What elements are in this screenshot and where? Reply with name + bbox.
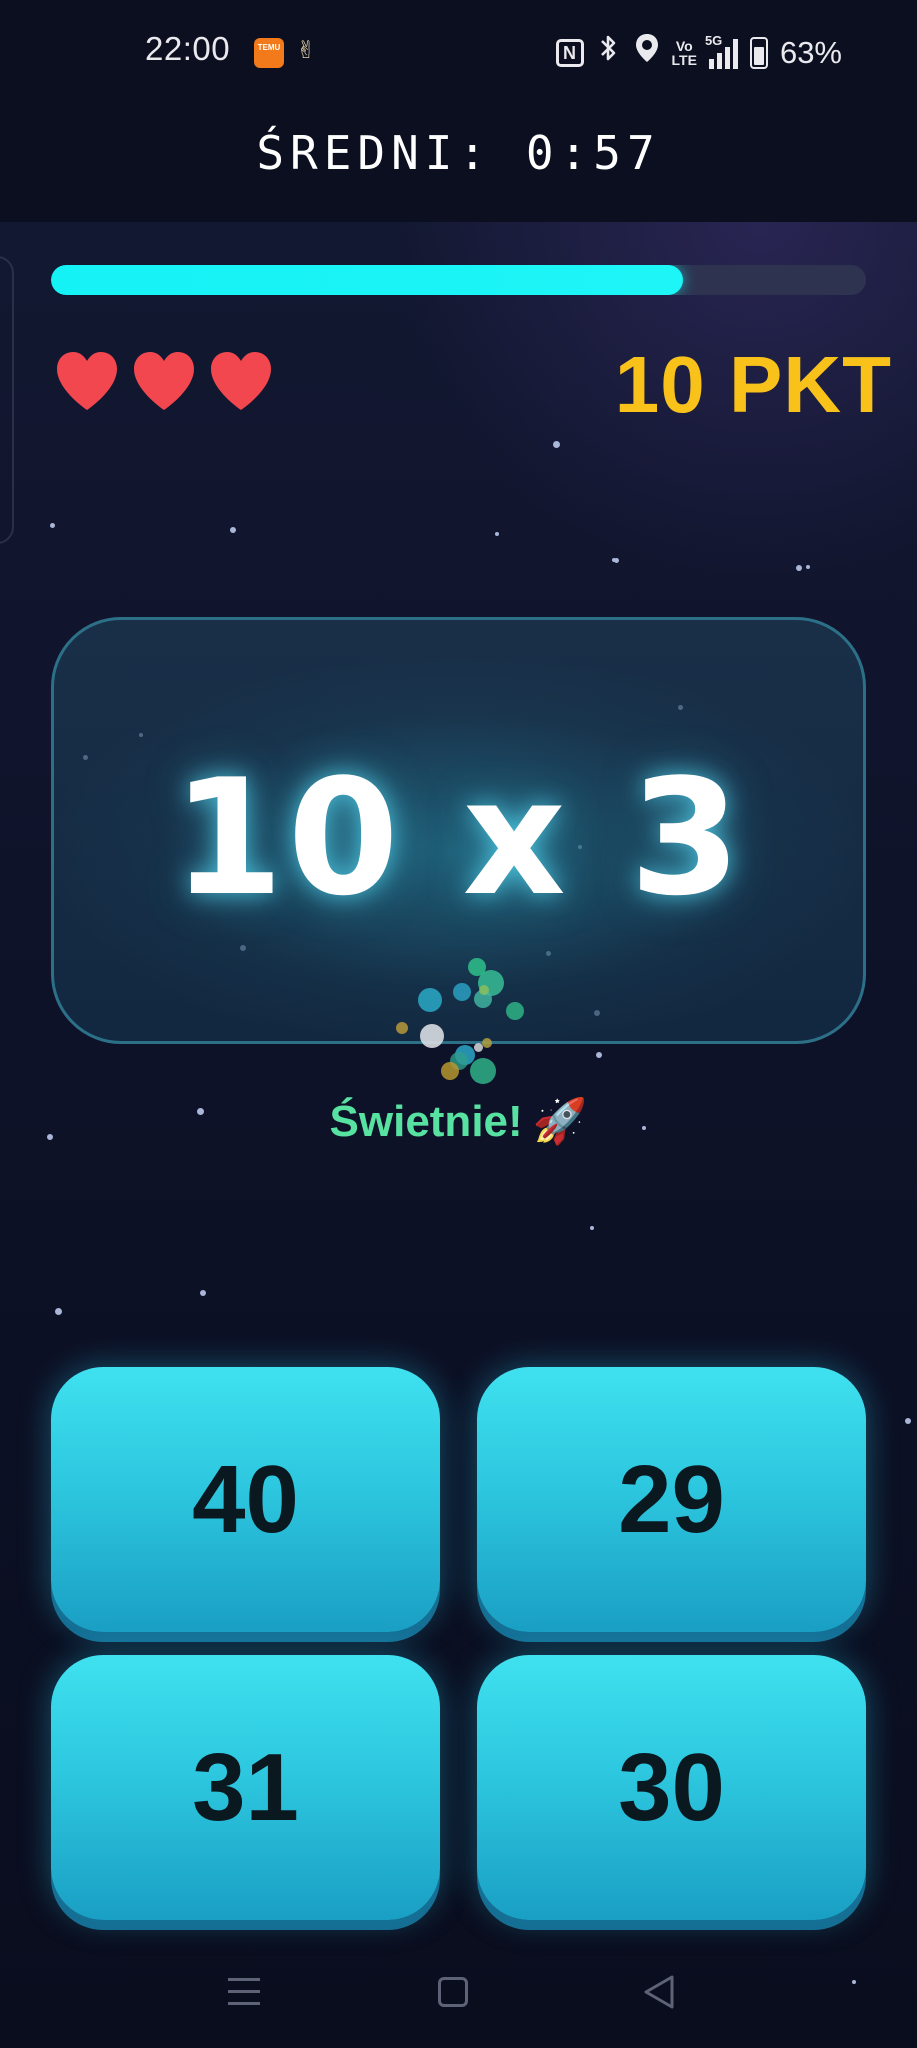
- answer-label: 31: [192, 1733, 299, 1841]
- rocket-icon: 🚀: [532, 1097, 588, 1146]
- volte-top: Vo: [675, 37, 693, 54]
- system-nav-bar: [0, 1940, 917, 2048]
- notification-icon: ✌: [296, 36, 317, 64]
- answer-label: 40: [192, 1445, 299, 1553]
- feedback-text: Świetnie!: [329, 1097, 523, 1146]
- menu-icon[interactable]: [228, 1978, 260, 2008]
- temu-badge-label: TEMU: [257, 43, 281, 52]
- volte-icon: Vo LTE: [672, 39, 697, 67]
- time-progress-bar: [51, 265, 866, 295]
- temu-app-icon: TEMU: [254, 38, 284, 68]
- battery-level: 63%: [779, 34, 842, 70]
- answer-button-4[interactable]: 30: [477, 1655, 866, 1920]
- answer-button-2[interactable]: 29: [477, 1367, 866, 1632]
- heart-icon: [211, 352, 271, 410]
- answer-label: 29: [618, 1445, 725, 1553]
- network-label: 5G: [704, 32, 723, 48]
- heart-icon: [57, 352, 117, 410]
- side-drawer-handle[interactable]: [0, 256, 14, 544]
- lives: [54, 350, 274, 412]
- volte-bottom: LTE: [671, 51, 697, 68]
- location-icon: [634, 32, 660, 73]
- nfc-icon: N: [555, 38, 584, 67]
- feedback-message: Świetnie! 🚀: [0, 1092, 917, 1152]
- level-timer-title: ŚREDNI: 0:57: [256, 126, 661, 180]
- bluetooth-icon: [596, 32, 622, 73]
- question-card: 10 x 3: [51, 617, 866, 1044]
- heart-icon: [134, 352, 194, 410]
- time-progress-fill: [51, 265, 683, 295]
- signal-5g-icon: 5G: [705, 33, 738, 69]
- status-time: 22:00: [145, 30, 231, 67]
- question-text: 10 x 3: [172, 744, 745, 931]
- answer-label: 30: [618, 1733, 725, 1841]
- answer-button-1[interactable]: 40: [51, 1367, 440, 1632]
- battery-icon: [749, 36, 768, 69]
- score: 10 PKT: [614, 340, 892, 429]
- home-icon[interactable]: [438, 1977, 468, 2007]
- status-icons: N Vo LTE 5G 63%: [555, 32, 842, 73]
- back-icon[interactable]: [642, 1974, 676, 2010]
- status-bar: 22:00 TEMU ✌ N Vo LTE 5G 63% ŚREDNI: 0:5…: [0, 0, 917, 222]
- answer-button-3[interactable]: 31: [51, 1655, 440, 1920]
